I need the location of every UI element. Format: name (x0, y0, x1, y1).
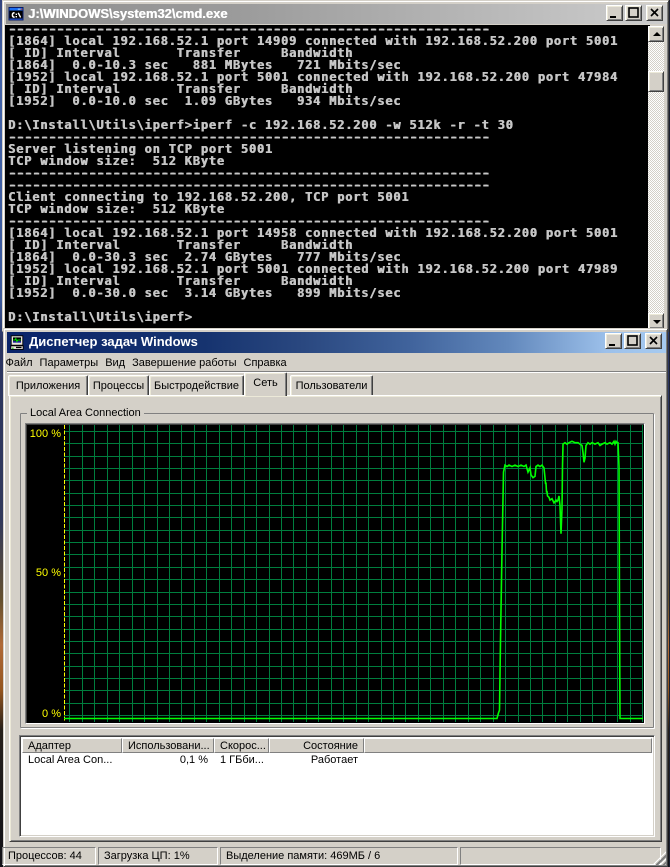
tab-Быстродействие[interactable]: Быстродействие (149, 375, 244, 396)
menu-item-Параметры[interactable]: Параметры (36, 355, 102, 371)
taskmgr-caption-buttons (605, 333, 662, 349)
tab-Процессы[interactable]: Процессы (88, 375, 149, 396)
network-tab-page: Local Area Connection 100 % 50 % 0 % Ада… (9, 395, 662, 842)
console-output[interactable]: ----------------------------------------… (4, 25, 650, 329)
console-text: ----------------------------------------… (8, 25, 618, 323)
column-header[interactable]: Использовани... (122, 738, 214, 753)
console-line: [1952] 0.0-30.0 sec 3.14 GBytes 899 Mbit… (8, 286, 402, 300)
taskmgr-statusbar: Процессов: 44 Загрузка ЦП: 1% Выделение … (2, 847, 661, 865)
row-cell: Работает (310, 754, 358, 766)
taskmgr-menubar: Файл Параметры Вид Завершение работы Справка (2, 354, 662, 372)
groupbox-label: Local Area Connection (27, 407, 144, 419)
adapter-table-row[interactable]: Local Area Con... 0,1 % 1 ГБби... Работает (22, 753, 652, 767)
ytick-0: 0 % (42, 708, 61, 720)
maximize-icon (628, 7, 639, 18)
taskmgr-window-title: Диспетчер задач Windows (29, 334, 198, 349)
menu-item-Завершение работы[interactable]: Завершение работы (129, 355, 240, 371)
statusbar-cpu: Загрузка ЦП: 1% (98, 847, 218, 865)
scrollbar-down-button[interactable] (647, 313, 664, 329)
column-header[interactable]: Состояние (269, 738, 364, 753)
cmd-window-title: J:\WINDOWS\system32\cmd.exe (28, 5, 228, 21)
column-header[interactable]: Скорос... (214, 738, 269, 753)
console-scrollbar[interactable] (647, 26, 664, 329)
taskmgr-icon (10, 334, 24, 350)
row-cell: 1 ГБби... (220, 754, 264, 766)
cmd-icon (8, 7, 24, 21)
cmd-close-button[interactable] (646, 5, 663, 21)
network-utilization-graph: 100 % 50 % 0 % (25, 423, 645, 724)
statusbar-empty (460, 847, 661, 865)
cmd-titlebar[interactable]: J:\WINDOWS\system32\cmd.exe (6, 4, 667, 24)
up-arrow-icon (652, 32, 661, 36)
close-icon (649, 336, 658, 345)
taskmgr-close-button[interactable] (645, 333, 662, 349)
ytick-100: 100 % (29, 428, 61, 440)
down-arrow-icon (652, 320, 661, 324)
console-line: D:\Install\Utils\iperf> (8, 310, 193, 324)
taskmgr-titlebar[interactable]: Диспетчер задач Windows (7, 332, 666, 353)
adapter-listview: Адаптер Использовани... Скорос... Состояние… (19, 735, 655, 837)
desktop: { "cmd_window": { "title": "J:\\WINDOWS\… (0, 0, 670, 867)
column-header-filler (364, 738, 652, 753)
menubar-separator (7, 371, 666, 373)
scrollbar-up-button[interactable] (647, 26, 664, 42)
cmd-caption-buttons (606, 5, 663, 21)
maximize-icon (627, 335, 638, 346)
scrollbar-thumb[interactable] (647, 71, 664, 92)
tab-Пользователи[interactable]: Пользователи (290, 375, 373, 396)
row-cell: 0,1 % (179, 754, 208, 766)
cmd-minimize-button[interactable] (606, 5, 623, 21)
graph-plot-area: 100 % 50 % 0 % (27, 425, 645, 722)
close-icon (650, 8, 659, 17)
console-line: [1952] 0.0-10.0 sec 1.09 GBytes 934 Mbit… (8, 94, 402, 108)
resize-grip[interactable] (652, 851, 666, 865)
row-cell: Local Area Con... (28, 754, 113, 766)
cmd-maximize-button[interactable] (625, 5, 642, 21)
menu-item-Вид[interactable]: Вид (102, 355, 129, 371)
taskmgr-maximize-button[interactable] (624, 333, 641, 349)
minimize-icon (609, 344, 615, 346)
utilization-chart (64, 425, 643, 722)
column-header[interactable]: Адаптер (22, 738, 122, 753)
tab-Сеть[interactable]: Сеть (244, 372, 287, 396)
cmd-window: J:\WINDOWS\system32\cmd.exe ------------… (2, 0, 669, 332)
taskmgr-window: Диспетчер задач Windows Файл Параметры Вид… (2, 328, 668, 867)
minimize-icon (610, 16, 616, 18)
statusbar-memory: Выделение памяти: 469МБ / 6 (220, 847, 458, 865)
local-area-connection-groupbox: Local Area Connection 100 % 50 % 0 % (20, 407, 654, 728)
tab-Приложения[interactable]: Приложения (8, 375, 88, 396)
taskmgr-minimize-button[interactable] (605, 333, 622, 349)
ytick-50: 50 % (35, 567, 61, 579)
adapter-table-header: Адаптер Использовани... Скорос... Состояние (22, 738, 652, 753)
menu-item-Справка[interactable]: Справка (240, 355, 290, 371)
menu-item-Файл[interactable]: Файл (2, 355, 36, 371)
statusbar-processes: Процессов: 44 (2, 847, 96, 865)
